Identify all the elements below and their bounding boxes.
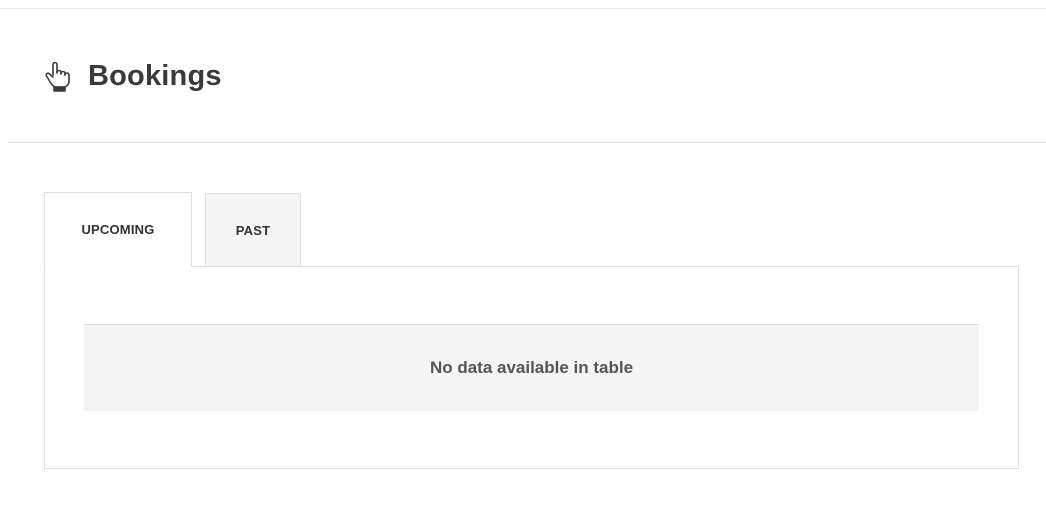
top-divider bbox=[0, 8, 1046, 9]
hand-pointing-icon bbox=[44, 60, 70, 92]
header-divider bbox=[8, 142, 1046, 143]
bookings-page: Bookings UPCOMING PAST No data available… bbox=[0, 0, 1046, 513]
bookings-tabs: UPCOMING PAST bbox=[44, 192, 301, 267]
page-title: Bookings bbox=[88, 59, 222, 92]
page-header: Bookings bbox=[44, 54, 222, 98]
tab-past[interactable]: PAST bbox=[205, 193, 301, 267]
table-empty-row: No data available in table bbox=[84, 324, 979, 411]
tab-panel: No data available in table bbox=[44, 266, 1019, 469]
tab-upcoming[interactable]: UPCOMING bbox=[44, 192, 192, 267]
empty-table-message: No data available in table bbox=[429, 358, 634, 377]
